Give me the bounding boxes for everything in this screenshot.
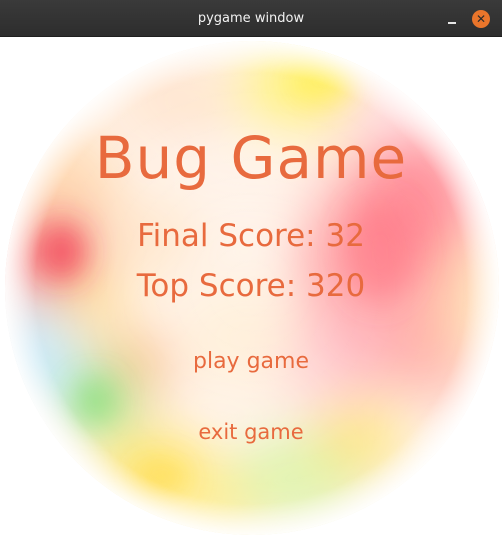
game-canvas[interactable]: Bug Game Final Score: 32 Top Score: 320 … — [0, 37, 502, 539]
top-score: Top Score: 320 — [136, 268, 366, 304]
play-game-button[interactable]: play game — [126, 349, 376, 374]
pygame-window: pygame window ✕ Bug Game Final Score: 32… — [0, 0, 502, 539]
exit-game-button[interactable]: exit game — [126, 420, 376, 444]
close-button[interactable]: ✕ — [472, 10, 490, 28]
window-title: pygame window — [197, 11, 305, 26]
close-icon: ✕ — [475, 12, 487, 26]
minimize-button[interactable] — [442, 9, 462, 29]
game-title: Bug Game — [94, 124, 408, 192]
final-score: Final Score: 32 — [137, 218, 365, 254]
minimize-icon — [448, 22, 456, 24]
menu-overlay: Bug Game Final Score: 32 Top Score: 320 … — [0, 37, 502, 539]
title-bar[interactable]: pygame window ✕ — [0, 0, 502, 37]
